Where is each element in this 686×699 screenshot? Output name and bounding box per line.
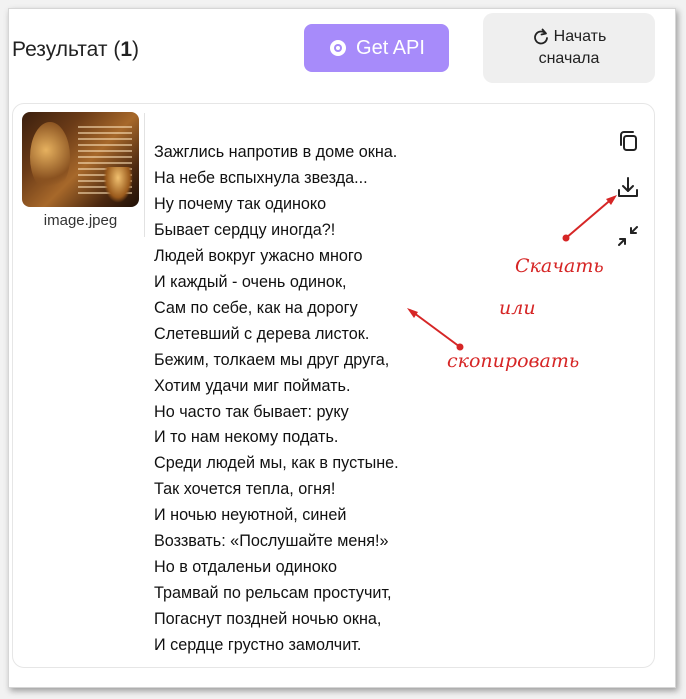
annotation-or: или [499,297,536,319]
annotation-arrows [407,195,617,351]
annotation-download: Скачать [515,255,604,277]
annotation-copy: скопировать [447,350,580,372]
